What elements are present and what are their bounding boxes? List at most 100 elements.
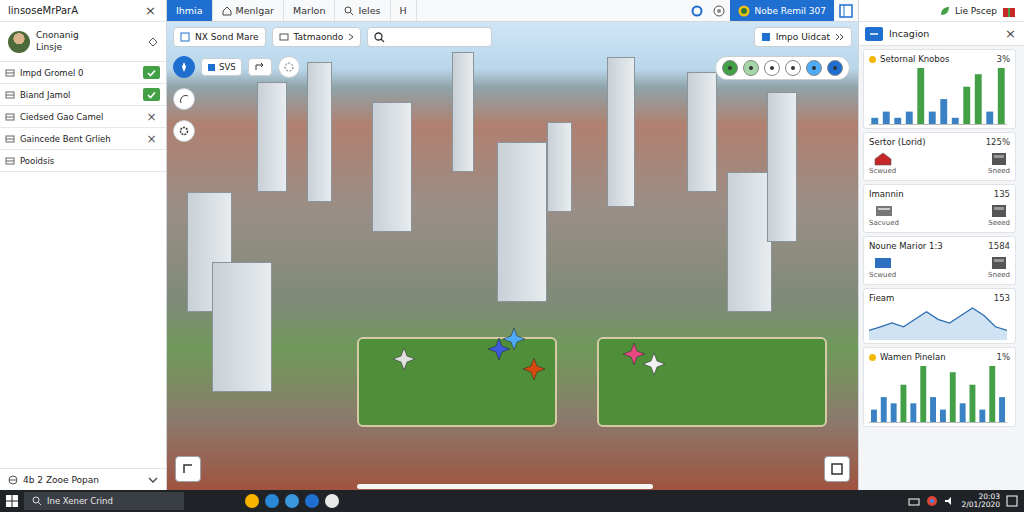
bar: [910, 403, 916, 422]
close-button[interactable]: ×: [143, 3, 158, 18]
stat-card[interactable]: Sertor (Lorid)125%ScwuedSneed: [863, 132, 1016, 181]
card-item[interactable]: Sneed: [988, 254, 1010, 279]
stat-card[interactable]: Wamen Pinelan1%: [863, 347, 1016, 427]
stat-card[interactable]: Noune Marior 1:31584ScwuedSneed: [863, 236, 1016, 285]
footer-label: 4b 2 Zooe Popan: [23, 475, 143, 485]
app-icon[interactable]: [265, 494, 279, 508]
stat-card[interactable]: Fieam153: [863, 288, 1016, 344]
globe-button[interactable]: [708, 0, 730, 21]
windows-icon[interactable]: [6, 495, 18, 507]
plus-button[interactable]: [722, 60, 738, 76]
card-item[interactable]: Sneed: [988, 150, 1010, 175]
bar: [979, 410, 985, 422]
map-view[interactable]: NX Sond Mare Tatmaondo Impo Uidcat SVS: [167, 22, 858, 490]
globe-button[interactable]: [806, 60, 822, 76]
panel-toggle[interactable]: [834, 0, 858, 21]
tab[interactable]: Menlgar: [213, 0, 284, 21]
layer-icon: [5, 112, 15, 122]
taskbar-search-text: Ine Xener Crind: [47, 496, 113, 506]
stat-card[interactable]: Imannin135SacvuedSeeed: [863, 184, 1016, 233]
card-item[interactable]: Scwued: [869, 254, 896, 279]
bar: [920, 366, 926, 422]
measure-button[interactable]: [278, 56, 300, 78]
panel-title: Incagion: [889, 28, 997, 39]
clock-time: 20:03: [978, 493, 1000, 501]
sidebar-item[interactable]: Impd Gromel 0: [0, 62, 166, 84]
app-icon[interactable]: [285, 494, 299, 508]
account-button[interactable]: Nobe Remil 307: [730, 0, 834, 21]
app-icon[interactable]: [305, 494, 319, 508]
close-button[interactable]: ×: [1003, 26, 1018, 41]
app-icon[interactable]: [325, 494, 339, 508]
map-tools: SVS: [173, 56, 300, 142]
tab-label: Marlon: [293, 5, 325, 16]
card-title: Sertor (Lorid): [869, 137, 982, 147]
layer-selector[interactable]: Impo Uidcat: [754, 27, 852, 47]
system-tray: 20:032/01/2020: [908, 493, 1018, 510]
taskbar-search[interactable]: Ine Xener Crind: [24, 492, 184, 510]
compass-button[interactable]: [173, 56, 195, 78]
tab[interactable]: H: [391, 0, 417, 21]
chevron-down-icon[interactable]: [148, 476, 158, 484]
diamond-icon[interactable]: [148, 37, 158, 47]
view-dropdown[interactable]: Tatmaondo: [272, 27, 362, 47]
search-input[interactable]: [389, 31, 485, 43]
sun-button[interactable]: [764, 60, 780, 76]
card-item[interactable]: Scwued: [869, 150, 896, 175]
card-item[interactable]: Sacvued: [869, 202, 899, 227]
card-value: 1%: [997, 352, 1011, 362]
icon-row: Scwued Sneed: [869, 252, 1010, 281]
building: [497, 142, 547, 302]
bar: [901, 385, 907, 422]
sidebar-item[interactable]: Pooidsis: [0, 150, 166, 172]
building: [372, 102, 412, 232]
rotate-button[interactable]: [248, 58, 272, 76]
rotate-view-button[interactable]: [175, 456, 201, 482]
search-field[interactable]: [367, 27, 492, 47]
bar: [930, 397, 936, 422]
item-icon: [989, 202, 1009, 218]
location-field[interactable]: NX Sond Mare: [173, 27, 266, 47]
checkbox[interactable]: [143, 66, 160, 79]
sidebar-item[interactable]: Biand Jamol: [0, 84, 166, 106]
stat-card[interactable]: Setornal Knobos3%: [863, 49, 1016, 129]
marker-icon: [502, 327, 526, 351]
remove-button[interactable]: ×: [143, 132, 160, 146]
notification-icon[interactable]: [1006, 495, 1018, 507]
checkbox[interactable]: [143, 88, 160, 101]
layer-icon: [761, 32, 771, 42]
mode-button[interactable]: SVS: [201, 58, 242, 76]
settings-button[interactable]: [173, 120, 195, 142]
sidebar-footer[interactable]: 4b 2 Zooe Popan: [0, 468, 166, 490]
app-icon[interactable]: [245, 494, 259, 508]
sync-button[interactable]: [686, 0, 708, 21]
clock[interactable]: 20:032/01/2020: [962, 493, 1000, 510]
fullscreen-button[interactable]: [824, 456, 850, 482]
menu-button[interactable]: [865, 27, 883, 41]
card-item[interactable]: Seeed: [988, 202, 1010, 227]
target-button[interactable]: [827, 60, 843, 76]
bar: [871, 118, 878, 124]
gift-icon[interactable]: [1002, 4, 1016, 18]
gear-icon: [178, 125, 190, 137]
sidebar-item[interactable]: Ciedsed Gao Camel×: [0, 106, 166, 128]
map-scrollbar[interactable]: [357, 484, 653, 489]
draw-button[interactable]: [173, 88, 195, 110]
flag-button[interactable]: [785, 60, 801, 76]
globe-icon: [713, 5, 725, 17]
sidebar-item-label: Pooidsis: [20, 156, 160, 166]
sync-icon: [691, 5, 703, 17]
info-panel: Lie PscepIncagion×Setornal Knobos3%Serto…: [858, 0, 1024, 490]
tab[interactable]: Ihmia: [167, 0, 213, 21]
menu-icon: [869, 30, 879, 38]
leaf-button[interactable]: [743, 60, 759, 76]
tab[interactable]: Ieles: [335, 0, 390, 21]
card-title: Fieam: [869, 293, 990, 303]
chrome-icon[interactable]: [926, 495, 938, 507]
sidebar-item[interactable]: Gaincede Bent Grlieh×: [0, 128, 166, 150]
profile[interactable]: CnonanigLinsje: [0, 22, 166, 62]
compass-icon: [178, 61, 190, 73]
remove-button[interactable]: ×: [143, 110, 160, 124]
tab[interactable]: Marlon: [284, 0, 335, 21]
park: [357, 337, 557, 427]
